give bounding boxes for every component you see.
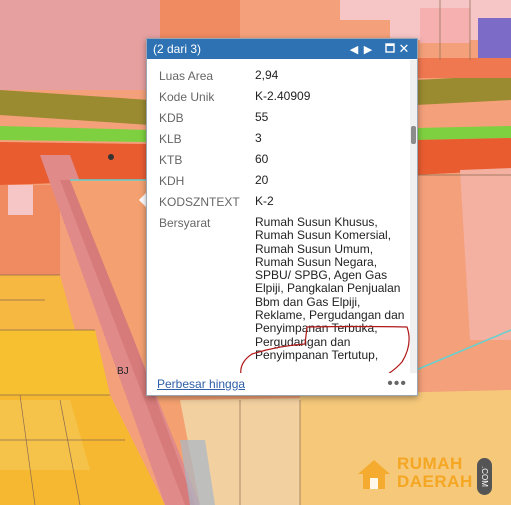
field-value: 3	[255, 131, 262, 145]
watermark-line1: RUMAH	[397, 454, 463, 473]
home-icon	[358, 460, 390, 489]
previous-icon[interactable]: ◀	[347, 43, 361, 56]
popup-scrollbar[interactable]	[410, 60, 417, 373]
field-label: KLB	[159, 132, 182, 146]
scrollbar-thumb[interactable]	[411, 126, 416, 144]
field-value: 55	[255, 110, 269, 124]
popup-body: Luas Area 2,94 Kode Unik K-2.40909 KDB 5…	[147, 60, 417, 373]
field-value: 20	[255, 173, 269, 187]
field-value: K-2	[255, 194, 274, 208]
popup-title: (2 dari 3)	[153, 42, 202, 56]
more-icon[interactable]: •••	[387, 375, 407, 393]
popup-footer: Perbesar hingga •••	[147, 373, 417, 395]
next-icon[interactable]: ▶	[361, 43, 375, 56]
field-label: Luas Area	[159, 69, 214, 83]
field-label: KDB	[159, 111, 184, 125]
field-label: KDH	[159, 174, 185, 188]
feature-popup: (2 dari 3) ◀ ▶ ✕ Luas Area 2,94 Kode Uni…	[146, 38, 418, 396]
red-annotation-outline	[240, 325, 410, 373]
field-value: 60	[255, 152, 269, 166]
zoom-to-link[interactable]: Perbesar hingga	[157, 377, 387, 391]
map-label-bj: BJ	[117, 366, 129, 377]
field-value: 2,94	[255, 68, 279, 82]
field-label: KTB	[159, 153, 183, 167]
watermark-suffix: .COM	[477, 458, 492, 495]
field-label: KODSZNTEXT	[159, 195, 240, 209]
maximize-icon[interactable]	[383, 42, 397, 56]
field-value: K-2.40909	[255, 89, 311, 103]
watermark-line2: DAERAH	[397, 472, 473, 491]
popup-header: (2 dari 3) ◀ ▶ ✕	[147, 39, 417, 59]
watermark-logo: RUMAH DAERAH .COM	[357, 452, 507, 496]
field-label: Bersyarat	[159, 216, 211, 230]
close-icon[interactable]: ✕	[397, 41, 411, 57]
field-label: Kode Unik	[159, 90, 215, 104]
